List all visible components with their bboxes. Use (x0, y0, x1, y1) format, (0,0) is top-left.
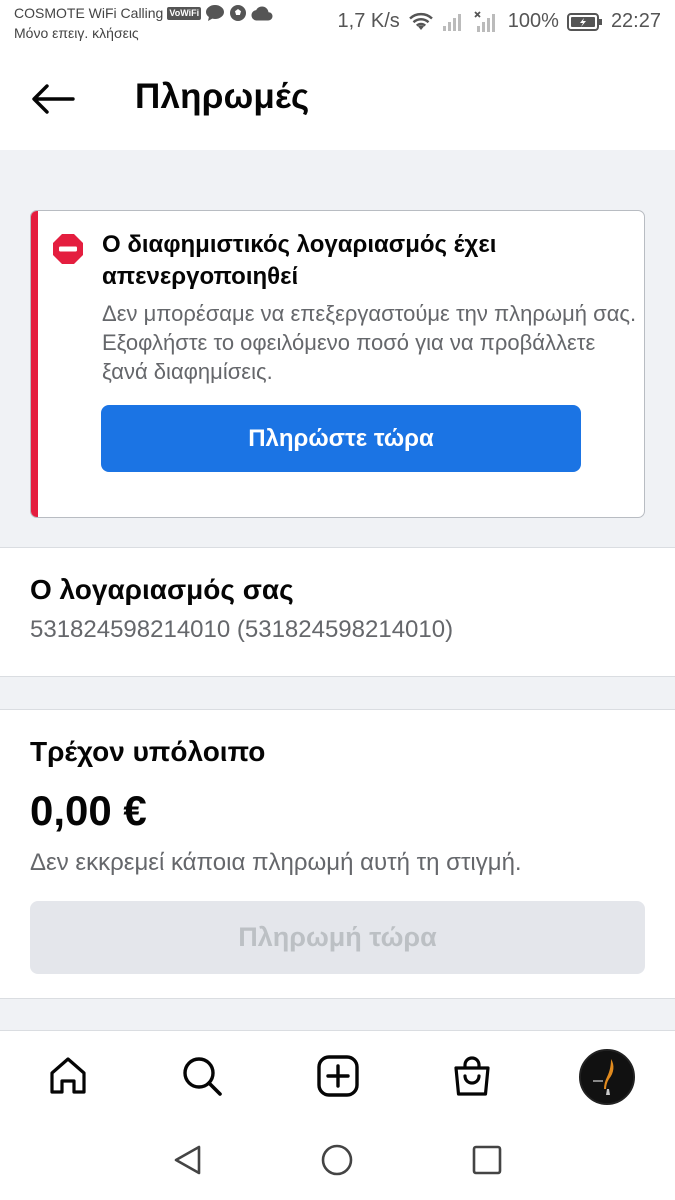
app-header: Πληρωμές (0, 48, 675, 150)
tab-search[interactable] (179, 1053, 225, 1099)
stop-sign-icon (53, 234, 83, 264)
account-heading: Ο λογαριασμός σας (30, 574, 294, 605)
home-icon (50, 1057, 86, 1094)
status-left: COSMOTE WiFi Calling VoWiFi Μόνο επειγ. … (14, 4, 273, 41)
account-disabled-alert: Ο διαφημιστικός λογαριασμός έχει απενεργ… (30, 210, 645, 518)
balance-section: Τρέχον υπόλοιπο 0,00 € Δεν εκκρεμεί κάπο… (0, 709, 675, 999)
system-recents-button[interactable] (467, 1140, 507, 1180)
alert-body: Δεν μπορέσαμε να επεξεργαστούμε την πληρ… (102, 301, 637, 384)
back-button[interactable] (28, 76, 78, 122)
battery-percent: 100% (507, 10, 559, 32)
system-back-button[interactable] (167, 1140, 207, 1180)
account-id: 531824598214010 (531824598214010) (30, 616, 454, 643)
circle-home-icon (321, 1144, 353, 1176)
chat-bubble-icon (205, 4, 225, 22)
arrow-left-icon (32, 84, 75, 114)
balance-heading: Τρέχον υπόλοιπο (30, 736, 266, 767)
payments-content: Ο διαφημιστικός λογαριασμός έχει απενεργ… (0, 150, 675, 1030)
balance-note: Δεν εκκρεμεί κάποια πληρωμή αυτή τη στιγ… (30, 849, 522, 876)
pay-now-button[interactable]: Πληρώστε τώρα (101, 405, 581, 472)
signal-no-service-icon (474, 10, 500, 33)
status-bar: COSMOTE WiFi Calling VoWiFi Μόνο επειγ. … (0, 0, 675, 48)
avatar-image (581, 1051, 633, 1103)
system-home-button[interactable] (317, 1140, 357, 1180)
tab-shop[interactable] (449, 1053, 495, 1099)
tab-profile-avatar[interactable] (579, 1049, 635, 1105)
emergency-calls-text: Μόνο επειγ. κλήσεις (14, 25, 139, 41)
account-section: Ο λογαριασμός σας 531824598214010 (53182… (0, 547, 675, 677)
wifi-icon (408, 12, 434, 32)
tab-home[interactable] (45, 1053, 91, 1099)
make-payment-button: Πληρωμή τώρα (30, 901, 645, 974)
system-nav-bar (0, 1122, 675, 1200)
carrier-line: COSMOTE WiFi Calling VoWiFi (14, 4, 273, 22)
carrier-name: COSMOTE WiFi Calling (14, 5, 164, 21)
square-recents-icon (472, 1145, 502, 1175)
vowifi-badge: VoWiFi (167, 6, 202, 20)
search-icon (183, 1057, 222, 1096)
create-icon (317, 1055, 359, 1097)
tab-create[interactable] (315, 1053, 361, 1099)
football-icon (229, 4, 247, 22)
net-speed: 1,7 K/s (337, 10, 400, 32)
bottom-tab-bar (0, 1030, 675, 1122)
alert-title: Ο διαφημιστικός λογαριασμός έχει απενεργ… (102, 231, 497, 290)
triangle-back-icon (174, 1145, 201, 1175)
cloud-icon (251, 5, 273, 21)
signal-icon (442, 12, 466, 32)
shopping-bag-icon (454, 1056, 490, 1096)
alert-accent-stripe (31, 211, 38, 517)
balance-amount: 0,00 € (30, 787, 147, 834)
status-right: 1,7 K/s 100% 22:27 (338, 10, 661, 33)
page-title: Πληρωμές (135, 77, 310, 116)
clock: 22:27 (610, 10, 661, 32)
battery-charging-icon (566, 12, 603, 32)
